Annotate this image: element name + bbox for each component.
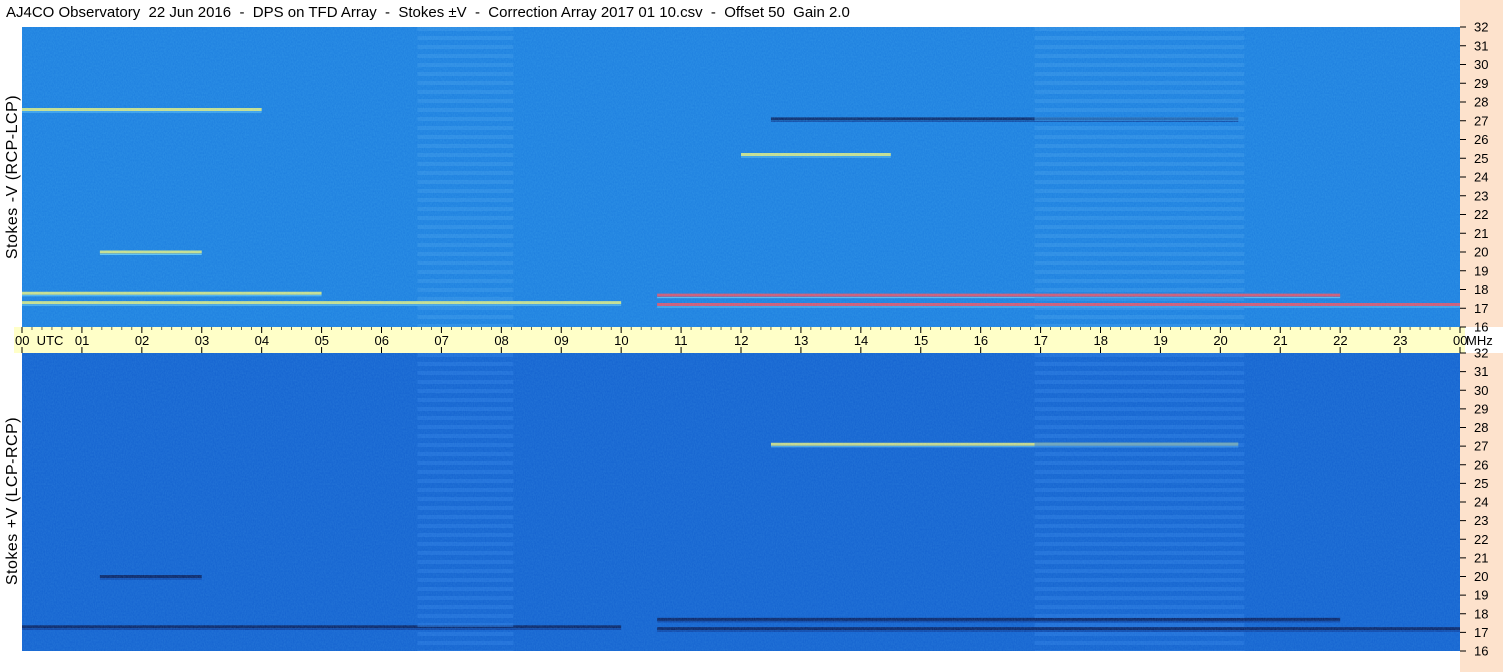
freq-tick-label: 31 (1474, 364, 1488, 379)
time-tick-label: 20 (1213, 333, 1227, 348)
time-tick-label: 18 (1094, 333, 1108, 348)
freq-tick-label: 20 (1474, 245, 1488, 260)
freq-tick-label: 32 (1474, 346, 1488, 361)
freq-tick-label: 17 (1474, 625, 1488, 640)
freq-tick-label: 27 (1474, 439, 1488, 454)
freq-tick-label: 18 (1474, 282, 1488, 297)
spectrogram-figure: 00 UTC 01 02 03 04 05 06 07 08 09 10 11 12 13 14 15 16 17… (14, 0, 1503, 672)
freq-tick-label: 23 (1474, 513, 1488, 528)
freq-tick-label: 19 (1474, 263, 1488, 278)
time-tick-label: 06 (375, 333, 389, 348)
freq-tick-label: 20 (1474, 569, 1488, 584)
freq-tick-label: 26 (1474, 132, 1488, 147)
freq-tick-label: 26 (1474, 457, 1488, 472)
time-tick-label: 02 (135, 333, 149, 348)
freq-tick-label: 16 (1474, 644, 1488, 659)
freq-tick-label: 24 (1474, 495, 1488, 510)
time-tick-label: 05 (315, 333, 329, 348)
top-heatmap-panel (22, 27, 1460, 327)
freq-tick-label: 28 (1474, 420, 1488, 435)
time-tick-label: 01 (75, 333, 89, 348)
freq-tick-label: 28 (1474, 95, 1488, 110)
bottom-heatmap-panel (22, 353, 1460, 651)
time-tick-label: 21 (1273, 333, 1287, 348)
time-tick-label: 04 (255, 333, 269, 348)
freq-tick-label: 21 (1474, 226, 1488, 241)
time-tick-label: 16 (974, 333, 988, 348)
freq-tick-label: 32 (1474, 20, 1488, 35)
freq-tick-label: 25 (1474, 476, 1488, 491)
time-tick-label: 19 (1153, 333, 1167, 348)
time-tick-label: 11 (674, 333, 688, 348)
freq-tick-label: 24 (1474, 170, 1488, 185)
time-tick-label: 17 (1034, 333, 1048, 348)
time-tick-label: 08 (494, 333, 508, 348)
time-tick-label: 07 (434, 333, 448, 348)
freq-tick-label: 30 (1474, 57, 1488, 72)
freq-tick-label: 25 (1474, 151, 1488, 166)
freq-tick-label: 29 (1474, 401, 1488, 416)
time-tick-label: 12 (734, 333, 748, 348)
freq-tick-label: 31 (1474, 38, 1488, 53)
freq-tick-label: 30 (1474, 383, 1488, 398)
freq-tick-label: 16 (1474, 320, 1488, 335)
freq-tick-label: 23 (1474, 188, 1488, 203)
time-tick-label: 23 (1393, 333, 1407, 348)
freq-tick-label: 18 (1474, 606, 1488, 621)
time-tick-label: 10 (614, 333, 628, 348)
time-tick-label: 00 UTC (15, 333, 63, 348)
time-tick-label: 22 (1333, 333, 1347, 348)
freq-tick-label: 22 (1474, 207, 1488, 222)
time-tick-label: 09 (554, 333, 568, 348)
freq-tick-label: 21 (1474, 550, 1488, 565)
freq-tick-label: 17 (1474, 301, 1488, 316)
time-tick-label: 15 (914, 333, 928, 348)
freq-tick-label: 27 (1474, 113, 1488, 128)
freq-tick-label: 19 (1474, 588, 1488, 603)
time-tick-label: 14 (854, 333, 868, 348)
freq-tick-label: 22 (1474, 532, 1488, 547)
time-tick-label: 03 (195, 333, 209, 348)
time-tick-label: 13 (794, 333, 808, 348)
freq-tick-label: 29 (1474, 76, 1488, 91)
